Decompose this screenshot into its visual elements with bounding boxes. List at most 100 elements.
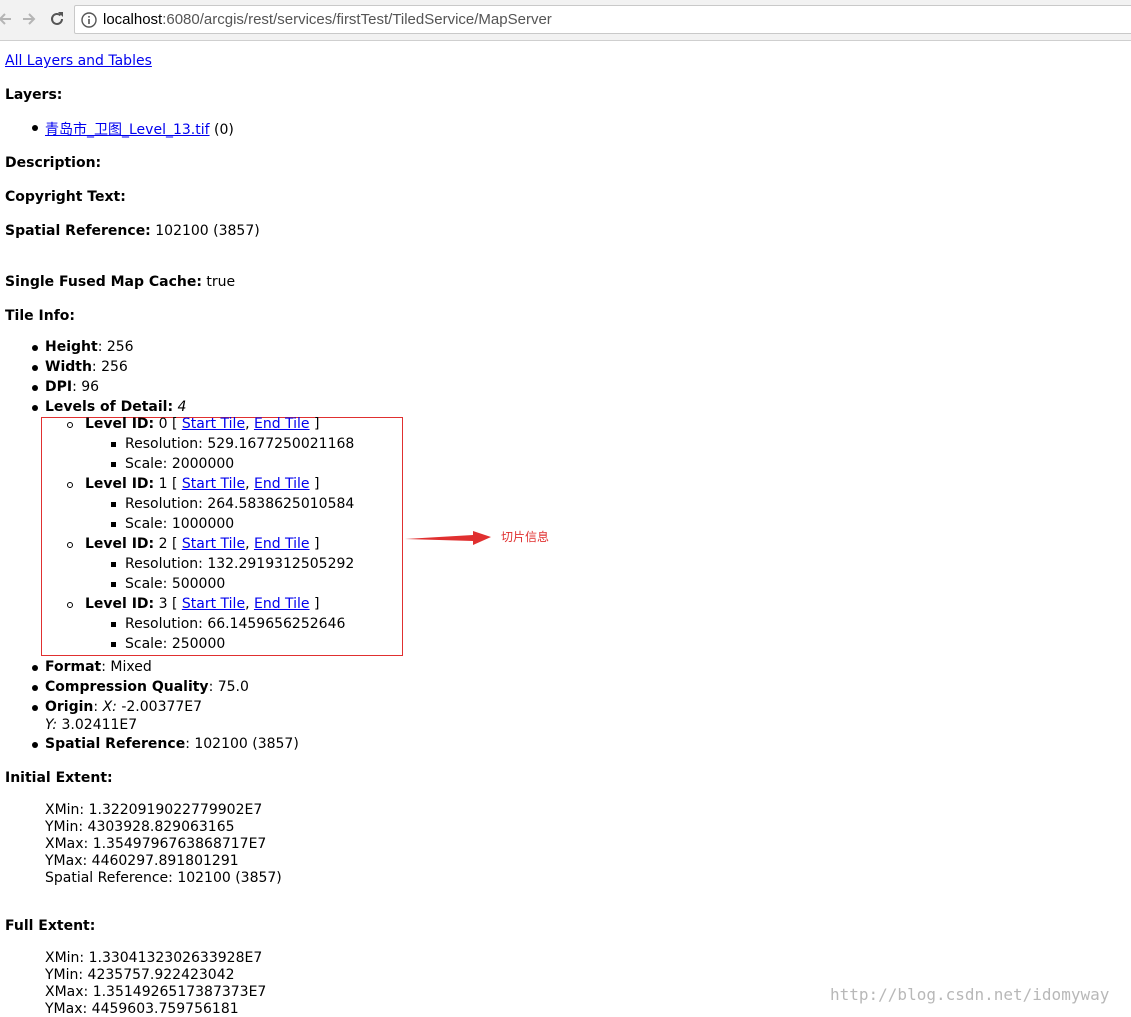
info-icon[interactable] — [81, 12, 97, 32]
bullet — [67, 542, 73, 548]
origin-y-label: Y: — [45, 717, 58, 733]
start-tile-link[interactable]: Start Tile — [182, 596, 245, 612]
forward-icon[interactable] — [18, 8, 40, 30]
bullet — [32, 665, 38, 671]
layers-heading: Layers: — [5, 87, 63, 103]
bullet — [111, 522, 116, 527]
level-label: Level ID: — [85, 476, 155, 492]
bullet — [111, 582, 116, 587]
single-fused-cache: Single Fused Map Cache: true — [5, 274, 235, 290]
format-value: : Mixed — [101, 659, 152, 675]
bullet — [32, 405, 38, 411]
all-layers-link[interactable]: All Layers and Tables — [5, 53, 152, 69]
origin-y-value: 3.02411E7 — [61, 717, 138, 733]
watermark: http://blog.csdn.net/idomyway — [830, 985, 1110, 1004]
bullet — [67, 422, 73, 428]
format-label: Format — [45, 659, 102, 675]
bullet — [111, 442, 116, 447]
tile-height-label: Height — [45, 339, 98, 355]
tile-width: Width: 256 — [45, 359, 128, 375]
levels-of-detail: Levels of Detail: 4 — [45, 399, 186, 415]
spatial-reference-label: Spatial Reference: — [5, 223, 151, 239]
full-xmax: XMax: 1.3514926517387373E7 — [45, 984, 267, 1000]
tile-dpi-label: DPI — [45, 379, 73, 395]
compression-quality: Compression Quality: 75.0 — [45, 679, 249, 695]
start-tile-link[interactable]: Start Tile — [182, 536, 245, 552]
end-tile-link[interactable]: End Tile — [254, 476, 310, 492]
tile-height-value: : 256 — [97, 339, 134, 355]
tile-format: Format: Mixed — [45, 659, 152, 675]
tile-height: Height: 256 — [45, 339, 134, 355]
tile-dpi-value: : 96 — [72, 379, 100, 395]
compression-label: Compression Quality — [45, 679, 209, 695]
bullet — [111, 462, 116, 467]
origin-label: Origin — [45, 699, 94, 715]
tile-info-heading: Tile Info: — [5, 308, 75, 324]
url-text: localhost:6080/arcgis/rest/services/firs… — [103, 11, 552, 28]
back-icon[interactable] — [0, 8, 16, 30]
level-item: Level ID: 2 [ Start Tile, End Tile ] — [85, 536, 320, 552]
bullet — [111, 622, 116, 627]
origin-x-value: -2.00377E7 — [121, 699, 203, 715]
full-ymin: YMin: 4235757.922423042 — [45, 967, 235, 983]
origin: Origin: X: -2.00377E7 — [45, 699, 203, 715]
full-ymax: YMax: 4459603.759756181 — [45, 1001, 239, 1017]
level-label: Level ID: — [85, 536, 155, 552]
single-fused-value: true — [206, 274, 236, 290]
url-host: localhost — [103, 11, 163, 28]
level-id: 3 — [158, 596, 168, 612]
start-tile-link[interactable]: Start Tile — [182, 416, 245, 432]
level-label: Level ID: — [85, 416, 155, 432]
layer-item: 青岛市_卫图_Level_13.tif (0) — [45, 119, 234, 139]
bullet — [32, 345, 38, 351]
bullet — [111, 502, 116, 507]
tile-sr-label: Spatial Reference — [45, 736, 186, 752]
copyright-heading: Copyright Text: — [5, 189, 126, 205]
bullet — [32, 385, 38, 391]
spatial-reference-value: 102100 (3857) — [155, 223, 260, 239]
layer-id: (0) — [213, 122, 234, 138]
single-fused-label: Single Fused Map Cache: — [5, 274, 202, 290]
initial-ymin: YMin: 4303928.829063165 — [45, 819, 235, 835]
description-heading: Description: — [5, 155, 102, 171]
address-bar[interactable]: localhost:6080/arcgis/rest/services/firs… — [74, 5, 1131, 34]
bullet — [32, 742, 38, 748]
initial-spatial-reference: Spatial Reference: 102100 (3857) — [45, 870, 282, 886]
bullet — [67, 602, 73, 608]
layer-link[interactable]: 青岛市_卫图_Level_13.tif — [45, 122, 210, 138]
level-resolution: Resolution: 264.5838625010584 — [125, 496, 355, 512]
level-label: Level ID: — [85, 596, 155, 612]
tile-spatial-reference: Spatial Reference: 102100 (3857) — [45, 736, 299, 752]
level-resolution: Resolution: 66.1459656252646 — [125, 616, 346, 632]
compression-value: : 75.0 — [208, 679, 249, 695]
start-tile-link[interactable]: Start Tile — [182, 476, 245, 492]
level-resolution: Resolution: 132.2919312505292 — [125, 556, 355, 572]
initial-ymax: YMax: 4460297.891801291 — [45, 853, 239, 869]
level-scale: Scale: 2000000 — [125, 456, 235, 472]
end-tile-link[interactable]: End Tile — [254, 536, 310, 552]
level-id: 1 — [158, 476, 168, 492]
end-tile-link[interactable]: End Tile — [254, 416, 310, 432]
bullet — [32, 685, 38, 691]
level-resolution: Resolution: 529.1677250021168 — [125, 436, 355, 452]
origin-x-label: X: — [102, 699, 117, 715]
end-tile-link[interactable]: End Tile — [254, 596, 310, 612]
reload-icon[interactable] — [46, 8, 68, 30]
bullet — [111, 642, 116, 647]
bullet — [32, 125, 38, 131]
initial-extent-heading: Initial Extent: — [5, 770, 113, 786]
tile-width-label: Width — [45, 359, 92, 375]
lod-label: Levels of Detail: — [45, 399, 174, 415]
origin-y: Y: 3.02411E7 — [45, 717, 137, 733]
level-id: 0 — [158, 416, 168, 432]
tile-sr-value: : 102100 (3857) — [185, 736, 299, 752]
lod-value: 4 — [177, 399, 187, 415]
tile-dpi: DPI: 96 — [45, 379, 99, 395]
url-path: :6080/arcgis/rest/services/firstTest/Til… — [162, 11, 552, 28]
bullet — [67, 482, 73, 488]
level-id: 2 — [158, 536, 168, 552]
initial-xmin: XMin: 1.3220919022779902E7 — [45, 802, 263, 818]
annotation-arrow-icon — [405, 531, 491, 545]
level-scale: Scale: 250000 — [125, 636, 226, 652]
spatial-reference: Spatial Reference: 102100 (3857) — [5, 223, 260, 239]
